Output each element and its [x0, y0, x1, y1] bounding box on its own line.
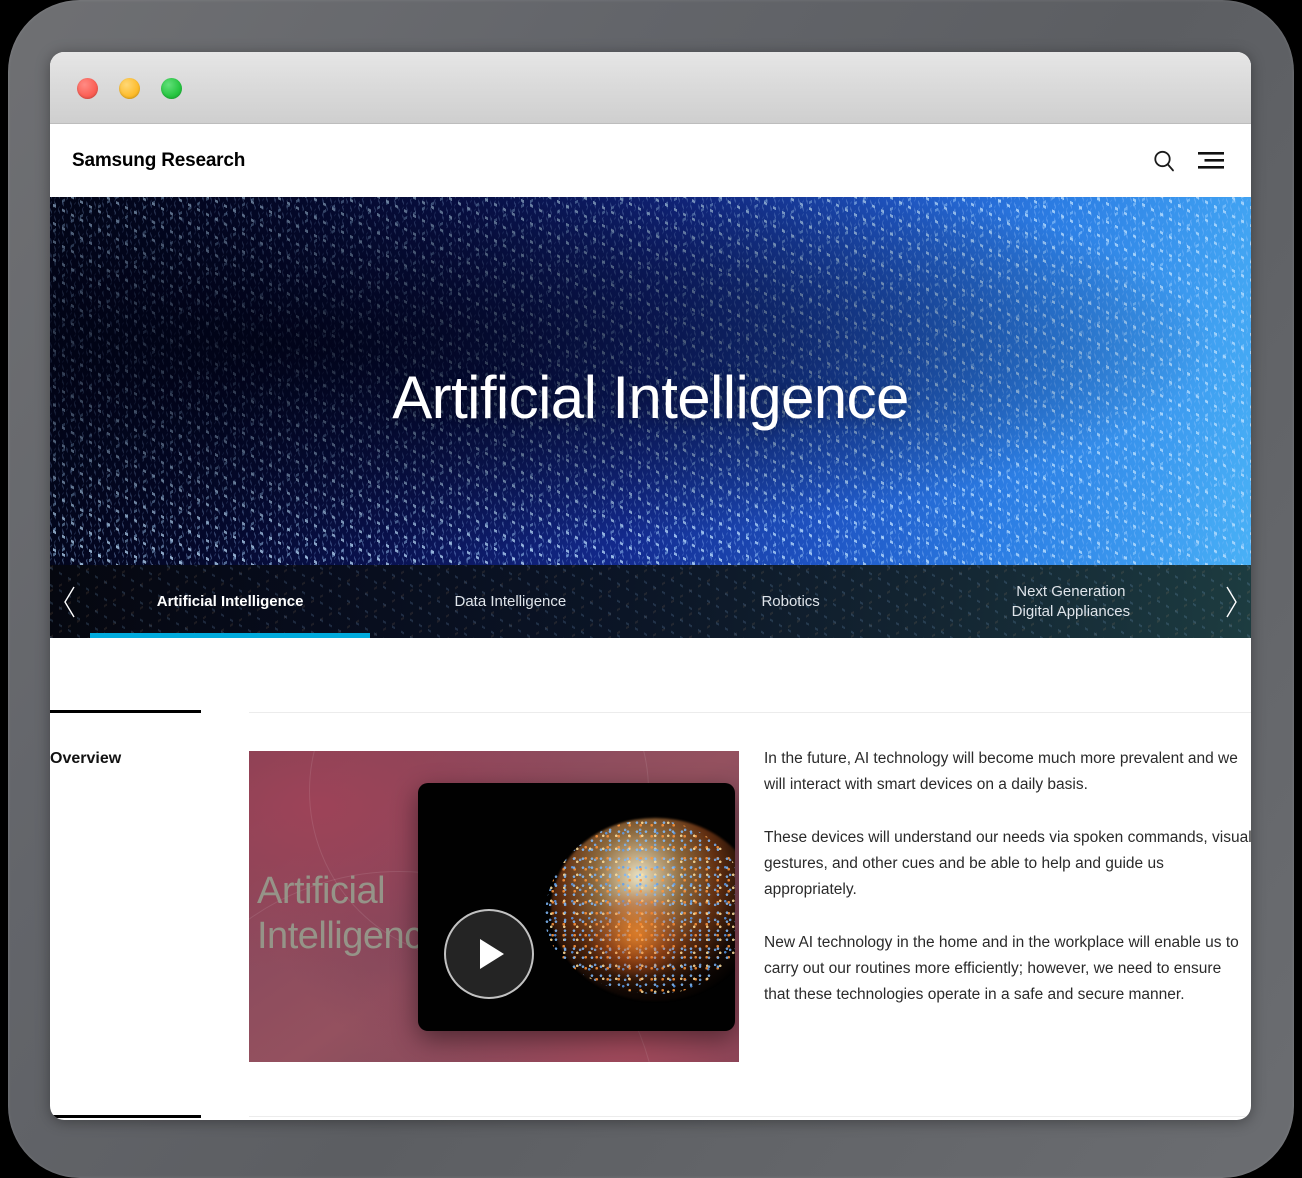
tab-data-intelligence[interactable]: Data Intelligence: [370, 565, 650, 638]
close-window-button[interactable]: [77, 78, 98, 99]
section-sidebar: Overview: [50, 638, 249, 1118]
site-header: Samsung Research: [50, 124, 1251, 197]
tab-prev-arrow-icon[interactable]: [50, 565, 90, 638]
category-tab-bar: Artificial Intelligence Data Intelligenc…: [50, 565, 1251, 638]
video-thumbnail[interactable]: Artificial Intelligence: [249, 751, 739, 1062]
play-button[interactable]: [444, 909, 534, 999]
page-title: Artificial Intelligence: [392, 364, 909, 431]
tab-label: Next Generation Digital Appliances: [1011, 582, 1131, 620]
tab-list: Artificial Intelligence Data Intelligenc…: [90, 565, 1211, 638]
video-preview-frame: [418, 783, 735, 1031]
sidebar-divider-bottom: [50, 1115, 201, 1118]
sidebar-item-overview[interactable]: Overview: [50, 750, 121, 768]
play-triangle-icon: [480, 939, 504, 969]
tab-label: Data Intelligence: [454, 592, 567, 610]
content-divider-top: [249, 712, 1251, 713]
tab-artificial-intelligence[interactable]: Artificial Intelligence: [90, 565, 371, 638]
paragraph: These devices will understand our needs …: [764, 829, 1251, 898]
maximize-window-button[interactable]: [161, 78, 182, 99]
hero-banner: Artificial Intelligence: [50, 197, 1251, 565]
sidebar-divider-top: [50, 710, 201, 713]
window-title-bar: [50, 52, 1251, 124]
brand-logo[interactable]: Samsung Research: [72, 150, 245, 172]
header-actions: [1149, 146, 1226, 176]
content-divider-bottom: [249, 1116, 1251, 1117]
tab-label: Artificial Intelligence: [156, 592, 304, 610]
paragraph: New AI technology in the home and in the…: [764, 934, 1239, 1003]
tab-next-arrow-icon[interactable]: [1211, 565, 1251, 638]
content-area: Overview Artificial Intelligence In the …: [50, 638, 1251, 1118]
overview-body-text: In the future, AI technology will become…: [764, 746, 1251, 1008]
video-thumbnail-title: Artificial Intelligence: [257, 870, 444, 957]
tab-label: Robotics: [761, 592, 820, 610]
content-panel: Artificial Intelligence In the future, A…: [249, 638, 1251, 1117]
tab-next-generation-digital-appliances[interactable]: Next Generation Digital Appliances: [931, 565, 1211, 638]
browser-window: Samsung Research Artificial Intelligence: [50, 52, 1251, 1120]
window-controls: [77, 78, 182, 99]
search-icon[interactable]: [1149, 146, 1179, 176]
minimize-window-button[interactable]: [119, 78, 140, 99]
paragraph: In the future, AI technology will become…: [764, 750, 1238, 793]
hamburger-menu-icon[interactable]: [1196, 146, 1226, 176]
brain-visualization-core: [582, 892, 691, 977]
tab-robotics[interactable]: Robotics: [651, 565, 931, 638]
